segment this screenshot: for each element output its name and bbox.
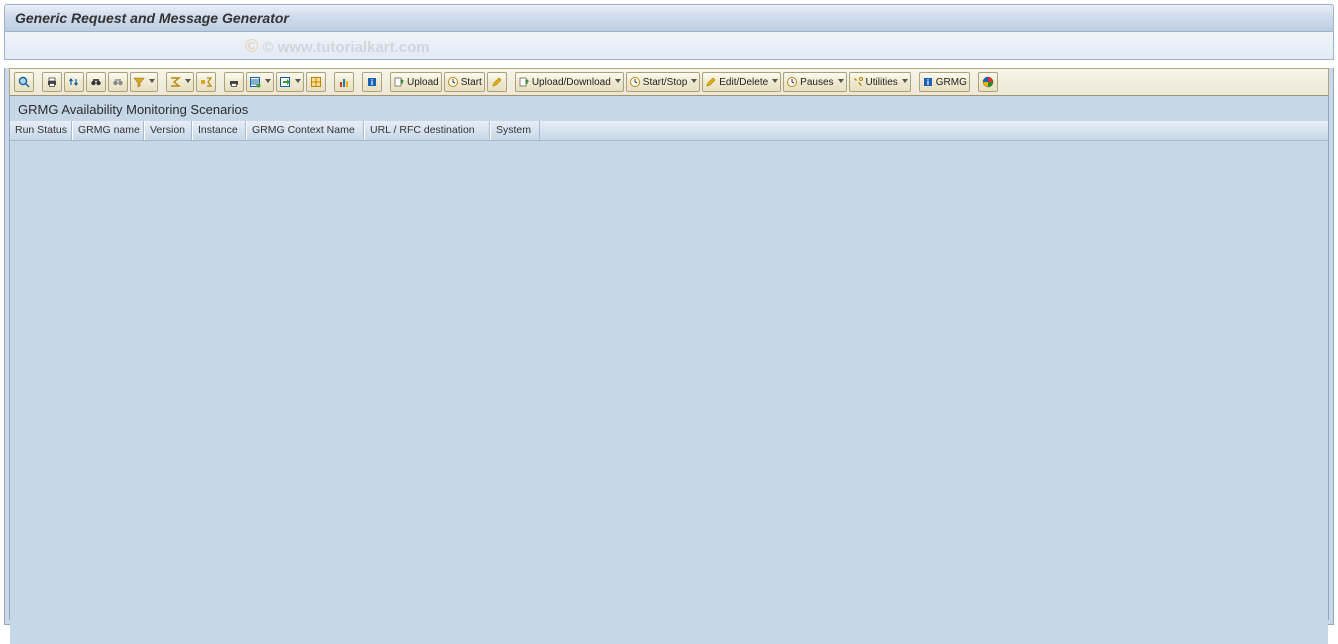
- chevron-down-icon: [691, 79, 697, 85]
- pencil2-icon: [705, 76, 717, 88]
- find-next-button[interactable]: [108, 72, 128, 92]
- magnifier-icon: [18, 76, 30, 88]
- sort-button[interactable]: [64, 72, 84, 92]
- edit-button[interactable]: [487, 72, 507, 92]
- printer-icon: [46, 76, 58, 88]
- chart-button[interactable]: [334, 72, 354, 92]
- section-title: GRMG Availability Monitoring Scenarios: [10, 96, 1328, 121]
- upload-button-label: Upload: [407, 77, 439, 88]
- export-button[interactable]: [276, 72, 304, 92]
- export-icon: [279, 76, 291, 88]
- grmg-label: GRMG: [936, 77, 967, 88]
- table-body-empty: [10, 141, 1328, 618]
- info-blue-icon: i: [922, 76, 934, 88]
- scenarios-table: Run Status GRMG name Version Instance GR…: [10, 121, 1328, 644]
- funnel-icon: [133, 76, 145, 88]
- col-grmg-name[interactable]: GRMG name: [72, 121, 144, 140]
- pauses-menu[interactable]: Pauses: [783, 72, 846, 92]
- page-title: Generic Request and Message Generator: [15, 10, 289, 26]
- edit-delete-menu[interactable]: Edit/Delete: [702, 72, 781, 92]
- subtotal-icon: [200, 76, 212, 88]
- utilities-menu[interactable]: Utilities: [849, 72, 911, 92]
- upload-doc-icon: [393, 76, 405, 88]
- svg-text:i: i: [371, 78, 373, 87]
- info-icon: i: [366, 76, 378, 88]
- title-bar: Generic Request and Message Generator: [4, 4, 1334, 32]
- upload-download-icon: [518, 76, 530, 88]
- menu-bar: © © www.tutorialkart.com: [4, 32, 1334, 60]
- sort-icon: [68, 76, 80, 88]
- col-run-status[interactable]: Run Status: [10, 121, 72, 140]
- printer2-icon: [228, 76, 240, 88]
- column-headers-row: Run Status GRMG name Version Instance GR…: [10, 121, 1328, 141]
- start-button-label: Start: [461, 77, 482, 88]
- subtotal-button[interactable]: [196, 72, 216, 92]
- binoculars-next-icon: [112, 76, 124, 88]
- details-button[interactable]: [14, 72, 34, 92]
- col-context-name[interactable]: GRMG Context Name: [246, 121, 364, 140]
- chevron-down-icon: [265, 79, 271, 85]
- start-stop-menu[interactable]: Start/Stop: [626, 72, 700, 92]
- svg-text:i: i: [927, 78, 929, 87]
- tools-icon: [852, 76, 864, 88]
- chevron-down-icon: [615, 79, 621, 85]
- print-button[interactable]: [42, 72, 62, 92]
- upload-download-label: Upload/Download: [532, 77, 611, 88]
- col-instance[interactable]: Instance: [192, 121, 246, 140]
- toolbar: i Upload Start Upload/Download Start/Sto…: [9, 68, 1329, 96]
- upload-download-menu[interactable]: Upload/Download: [515, 72, 624, 92]
- chevron-down-icon: [295, 79, 301, 85]
- sigma-icon: [169, 76, 181, 88]
- color-legend-button[interactable]: [978, 72, 998, 92]
- color-circle-icon: [982, 76, 994, 88]
- layout-icon: [249, 76, 261, 88]
- chevron-down-icon: [149, 79, 155, 85]
- grid-button[interactable]: [306, 72, 326, 92]
- chevron-down-icon: [838, 79, 844, 85]
- utilities-label: Utilities: [866, 77, 898, 88]
- chevron-down-icon: [772, 79, 778, 85]
- grmg-button[interactable]: i GRMG: [919, 72, 970, 92]
- pauses-label: Pauses: [800, 77, 833, 88]
- export-print-button[interactable]: [224, 72, 244, 92]
- info-button[interactable]: i: [362, 72, 382, 92]
- grid-icon: [310, 76, 322, 88]
- start-button[interactable]: Start: [444, 72, 485, 92]
- total-button[interactable]: [166, 72, 194, 92]
- clock-start-icon: [447, 76, 459, 88]
- binoculars-icon: [90, 76, 102, 88]
- content-area: GRMG Availability Monitoring Scenarios R…: [9, 96, 1329, 620]
- chevron-down-icon: [902, 79, 908, 85]
- pencil-icon: [491, 76, 503, 88]
- edit-delete-label: Edit/Delete: [719, 77, 768, 88]
- col-version[interactable]: Version: [144, 121, 192, 140]
- filter-button[interactable]: [130, 72, 158, 92]
- clock-pause-icon: [786, 76, 798, 88]
- clock-icon: [629, 76, 641, 88]
- col-url-rfc[interactable]: URL / RFC destination: [364, 121, 490, 140]
- col-system[interactable]: System: [490, 121, 540, 140]
- chevron-down-icon: [185, 79, 191, 85]
- upload-button[interactable]: Upload: [390, 72, 442, 92]
- start-stop-label: Start/Stop: [643, 77, 687, 88]
- find-button[interactable]: [86, 72, 106, 92]
- layout-button[interactable]: [246, 72, 274, 92]
- watermark: © © www.tutorialkart.com: [245, 36, 430, 57]
- chart-icon: [338, 76, 350, 88]
